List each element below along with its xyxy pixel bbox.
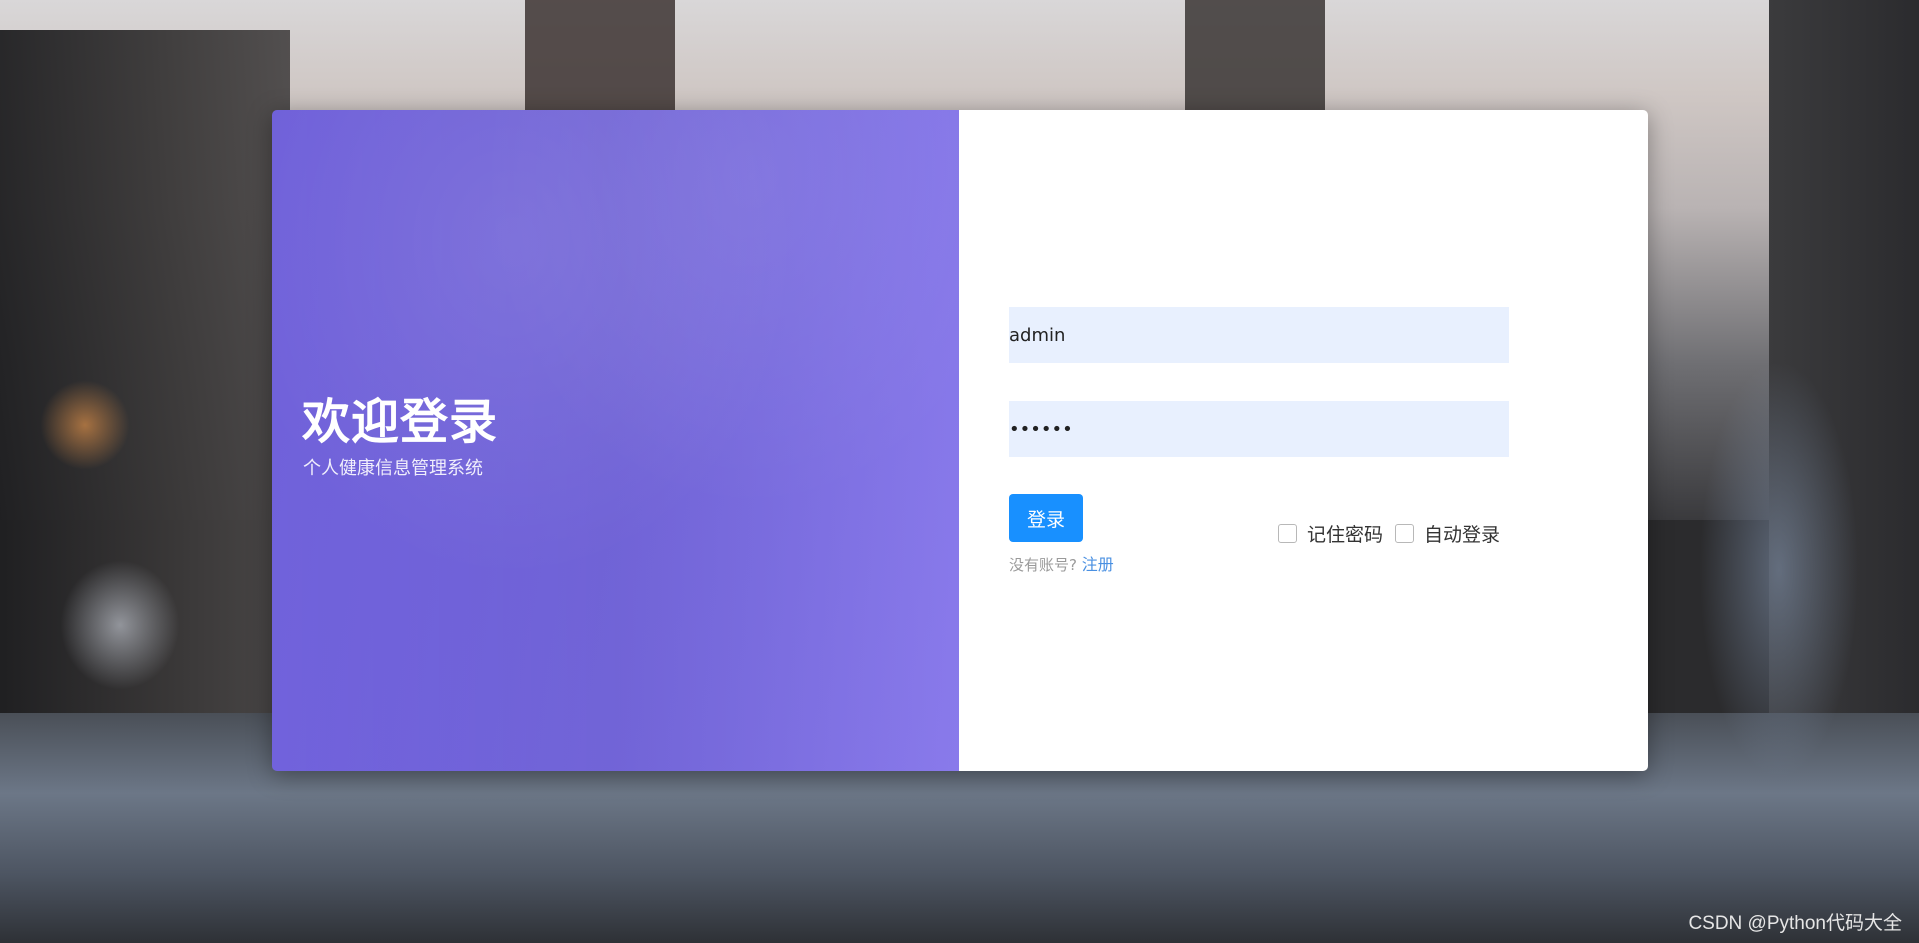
welcome-title: 欢迎登录 — [302, 394, 499, 450]
auto-login-option[interactable]: 自动登录 — [1395, 520, 1500, 547]
register-prompt: 没有账号? 注册 — [1009, 551, 1114, 575]
login-options: 记住密码 自动登录 — [1278, 520, 1500, 547]
auto-login-label: 自动登录 — [1424, 524, 1501, 546]
remember-password-option[interactable]: 记住密码 — [1278, 520, 1383, 547]
no-account-text: 没有账号? — [1009, 556, 1077, 574]
remember-password-checkbox[interactable] — [1278, 524, 1297, 543]
username-input[interactable] — [1009, 307, 1509, 363]
register-link[interactable]: 注册 — [1082, 555, 1114, 574]
password-input[interactable] — [1009, 401, 1509, 457]
watermark: CSDN @Python代码大全 — [1688, 913, 1902, 934]
auto-login-checkbox[interactable] — [1395, 524, 1415, 543]
system-name: 个人健康信息管理系统 — [303, 458, 483, 479]
login-form: 登录 没有账号? 注册 记住密码 自动登录 — [959, 110, 1648, 771]
welcome-panel: 欢迎登录 个人健康信息管理系统 — [272, 110, 959, 771]
login-button[interactable]: 登录 — [1009, 494, 1083, 542]
remember-password-label: 记住密码 — [1307, 524, 1384, 546]
login-card: 欢迎登录 个人健康信息管理系统 登录 没有账号? 注册 记住密码 自动登录 — [272, 110, 1648, 771]
